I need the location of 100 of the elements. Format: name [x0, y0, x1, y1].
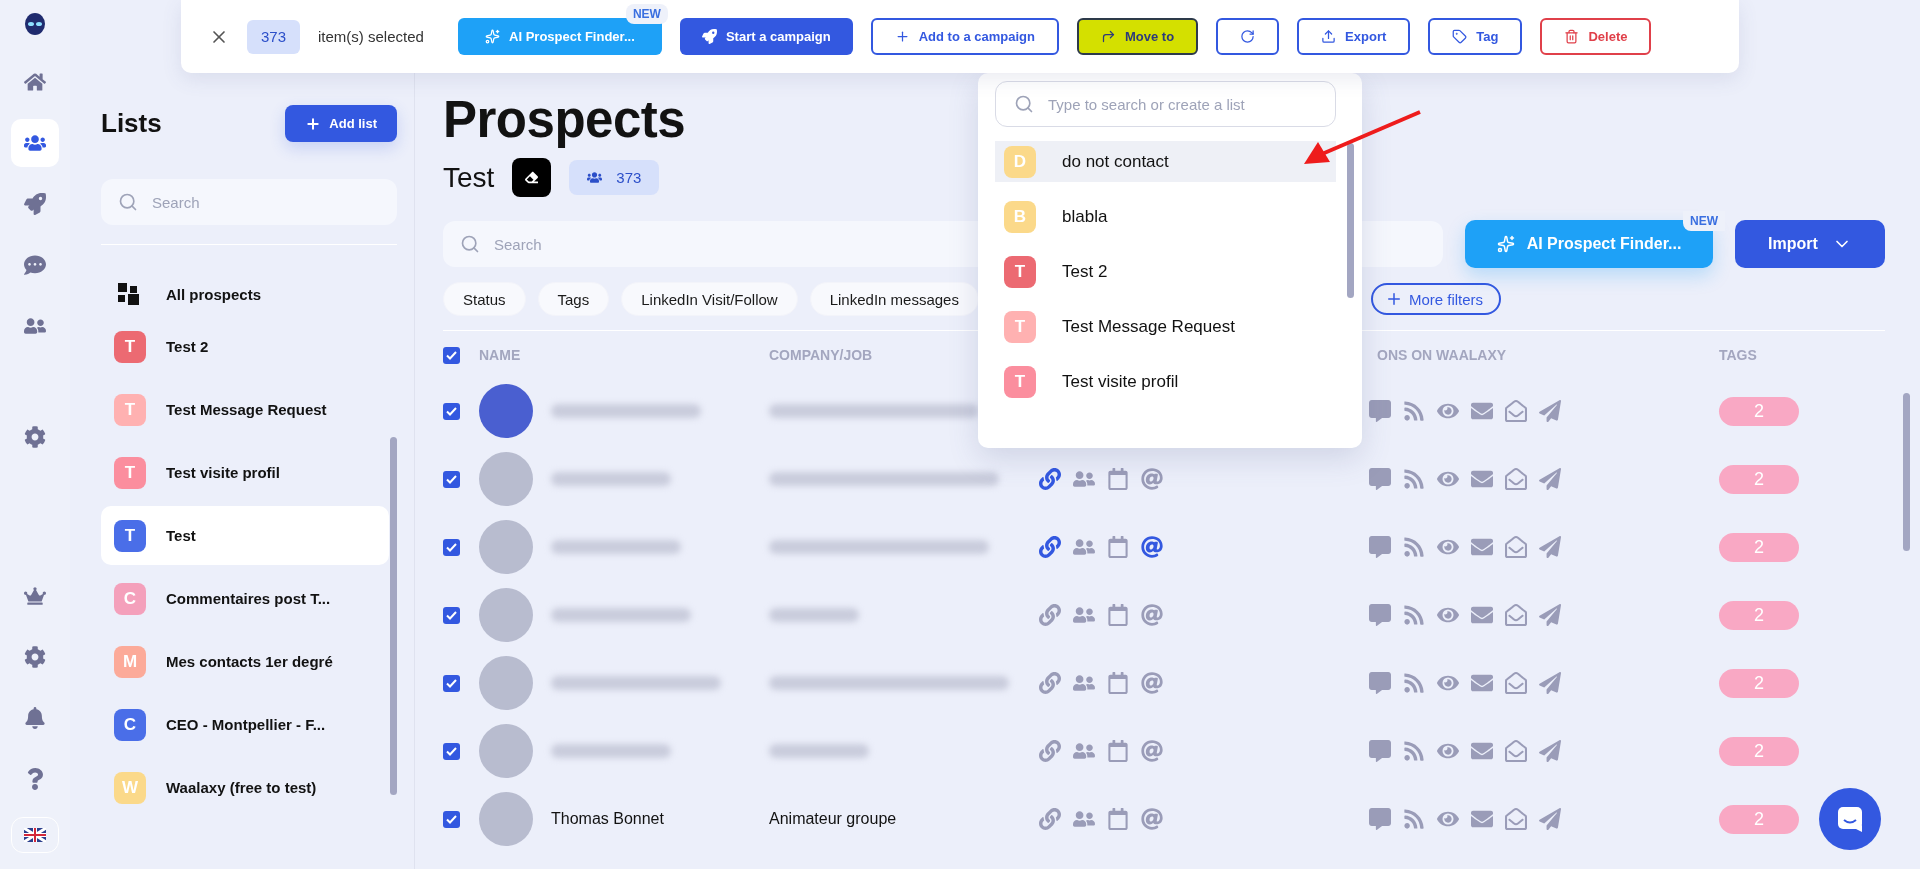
prospect-name: Thomas Bonnet [551, 810, 664, 828]
trash-icon [1564, 29, 1580, 44]
list-item[interactable]: W Waalaxy (free to test) [101, 758, 389, 817]
filter-chip[interactable]: LinkedIn Visit/Follow [621, 282, 798, 316]
checkmark-icon [446, 746, 457, 756]
list-name: Mes contacts 1er degré [166, 653, 333, 670]
filter-chip[interactable]: Status [443, 282, 526, 316]
selected-count: 373 [247, 19, 301, 54]
select-all-checkbox[interactable] [443, 346, 460, 364]
crown-icon [24, 585, 46, 607]
list-item[interactable]: T Test 2 [101, 317, 389, 376]
list-item[interactable]: C Commentaires post T... [101, 569, 389, 628]
people-icon [1073, 808, 1095, 830]
paper-plane-icon [1539, 740, 1561, 762]
import-button[interactable]: Import [1735, 220, 1885, 268]
menu-item[interactable]: T Test visite profil [995, 361, 1336, 402]
speech-bubble-icon [1369, 400, 1391, 422]
checkmark-icon [446, 406, 457, 416]
search-icon [1014, 94, 1034, 114]
photo-placeholder [479, 520, 533, 574]
row-checkbox[interactable] [443, 810, 460, 828]
people-icon [1073, 604, 1095, 626]
list-avatar: B [1004, 200, 1036, 233]
list-avatar: W [114, 771, 146, 804]
group-icon [24, 315, 46, 337]
rss-icon [1403, 468, 1425, 490]
list-item[interactable]: T Test [101, 506, 389, 565]
people-icon [24, 132, 46, 154]
list-item[interactable]: C CEO - Montpellier - F... [101, 695, 389, 754]
photo-placeholder [479, 384, 533, 438]
paper-plane-icon [1539, 808, 1561, 830]
calendar-icon [1107, 604, 1129, 626]
paper-plane-icon [1539, 400, 1561, 422]
checkmark-icon [446, 814, 457, 824]
sparkle-icon [1496, 235, 1515, 253]
people-icon [1073, 740, 1095, 762]
open-envelope-icon [1505, 468, 1527, 490]
toolbar-button[interactable]: Delete [1540, 18, 1652, 55]
all-prospects-link[interactable]: All prospects [166, 285, 262, 303]
company-job: Animateur groupe [769, 810, 897, 827]
list-avatar: T [1004, 255, 1036, 288]
row-checkbox[interactable] [443, 538, 460, 556]
toolbar-button[interactable]: Start a campaign [679, 18, 853, 55]
list-name: Test visite profil [1062, 371, 1179, 392]
grid-icon [118, 283, 140, 305]
list-name: Test Message Request [166, 401, 327, 418]
row-checkbox[interactable] [443, 470, 460, 488]
language-button[interactable] [11, 817, 59, 853]
search-icon [118, 192, 138, 212]
list-name: do not contact [1062, 151, 1169, 172]
scrollbar[interactable] [390, 437, 397, 795]
people-nav-button[interactable] [11, 119, 59, 167]
list-avatar: C [114, 582, 146, 615]
menu-item[interactable]: D do not contact [995, 141, 1336, 182]
photo-placeholder [479, 656, 533, 710]
row-checkbox[interactable] [443, 742, 460, 760]
refresh-icon [1240, 29, 1256, 44]
scrollbar[interactable] [1903, 393, 1910, 551]
speech-bubble-icon [1369, 468, 1391, 490]
clear-button[interactable] [512, 158, 552, 197]
envelope-icon [1471, 468, 1493, 490]
toolbar-button[interactable]: Move to [1076, 18, 1199, 55]
scrollbar[interactable] [1347, 143, 1354, 298]
rocket-icon [701, 29, 717, 44]
toolbar-button[interactable]: Add to a campaign [870, 18, 1059, 55]
filter-chip[interactable]: Tags [537, 282, 610, 316]
bell-icon [24, 707, 46, 729]
add-list-button[interactable]: Add list [285, 105, 397, 142]
more-filters-button[interactable]: More filters [1370, 283, 1502, 315]
checkmark-icon [446, 474, 457, 484]
plus-icon [894, 29, 910, 44]
toolbar-button[interactable]: Tag [1428, 18, 1523, 55]
alien-logo-icon[interactable] [24, 13, 46, 35]
envelope-icon [1471, 808, 1493, 830]
list-avatar: M [114, 645, 146, 678]
toolbar-button[interactable]: Export [1297, 18, 1411, 55]
list-avatar: T [1004, 310, 1036, 343]
row-checkbox[interactable] [443, 606, 460, 624]
people-icon [587, 170, 603, 185]
filter-chip[interactable]: LinkedIn messages [809, 282, 979, 316]
list-name: Test [166, 527, 196, 544]
row-checkbox[interactable] [443, 674, 460, 692]
paper-plane-icon [1539, 468, 1561, 490]
paper-plane-icon [1539, 604, 1561, 626]
row-checkbox[interactable] [443, 402, 460, 420]
sparkle-icon [485, 29, 501, 44]
list-item[interactable]: T Test visite profil [101, 443, 389, 502]
list-item[interactable]: M Mes contacts 1er degré [101, 632, 389, 691]
menu-item[interactable]: T Test Message Request [995, 306, 1336, 347]
checkmark-icon [446, 610, 457, 620]
list-avatar: C [114, 708, 146, 741]
list-name: Test 2 [166, 338, 209, 355]
envelope-icon [1471, 400, 1493, 422]
refresh-button[interactable] [1216, 18, 1280, 55]
open-envelope-icon [1505, 808, 1527, 830]
list-name: Commentaires post T... [166, 590, 331, 607]
list-item[interactable]: T Test Message Request [101, 380, 389, 439]
list-name: CEO - Montpellier - F... [166, 716, 326, 733]
page-title: Prospects [443, 92, 686, 148]
list-avatar: T [114, 456, 146, 489]
